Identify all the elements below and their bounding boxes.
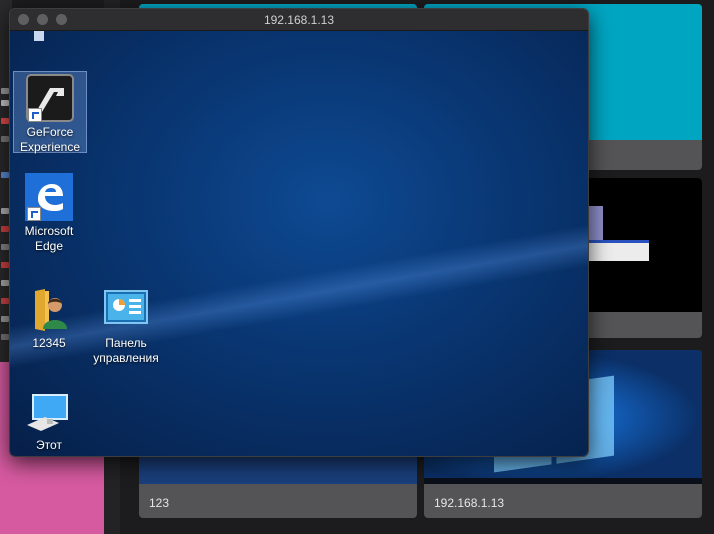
dock-item[interactable] [1, 316, 9, 322]
dock-item[interactable] [1, 262, 9, 268]
dock-item[interactable] [1, 226, 9, 232]
dock-item[interactable] [1, 136, 9, 142]
dock-item[interactable] [1, 244, 9, 250]
desktop-icon-control-panel[interactable]: Панель управления [90, 285, 162, 366]
dock-item[interactable] [1, 100, 9, 106]
dock-item[interactable] [1, 118, 9, 124]
control-panel-icon [102, 285, 150, 333]
thumbnail-label: 192.168.1.13 [434, 496, 505, 510]
clipped-icon[interactable] [34, 31, 44, 41]
desktop-icon-label: Microsoft Edge [24, 224, 74, 253]
dock-item[interactable] [1, 280, 9, 286]
dock-item[interactable] [1, 88, 9, 94]
thumbnail-dialog [587, 240, 649, 261]
dock-item[interactable] [1, 208, 9, 214]
user-folder-icon [25, 285, 73, 333]
desktop-icon-label: 12345 [32, 336, 66, 350]
remote-desktop[interactable]: GeForce Experience Microsoft Edge 12345 … [10, 31, 588, 456]
dock-item[interactable] [1, 172, 9, 178]
dock-item[interactable] [1, 334, 9, 340]
window-titlebar[interactable]: 192.168.1.13 [10, 9, 588, 31]
shortcut-arrow-icon [28, 108, 42, 122]
shortcut-arrow-icon [27, 207, 41, 221]
desktop-icon-label: Этот компьютер [19, 438, 80, 456]
desktop-icon-geforce[interactable]: GeForce Experience [13, 71, 87, 154]
desktop-icon-label: GeForce Experience [19, 125, 81, 154]
desktop-icon-edge[interactable]: Microsoft Edge [13, 173, 85, 254]
geforce-experience-icon [26, 74, 74, 122]
window-title: 192.168.1.13 [263, 13, 335, 27]
dock-item[interactable] [1, 298, 9, 304]
desktop-icon-this-pc[interactable]: Этот компьютер [13, 387, 85, 456]
edge-icon [25, 173, 73, 221]
desktop-icon-label: Панель управления [93, 336, 159, 365]
thumbnail-element [587, 206, 603, 240]
this-pc-icon [25, 387, 73, 435]
thumbnail-label: 123 [149, 496, 170, 510]
desktop-icon-user-folder[interactable]: 12345 [13, 285, 85, 351]
taskbar [424, 478, 702, 484]
remote-desktop-window[interactable]: 192.168.1.13 GeForce Experience Microsof… [9, 8, 589, 457]
